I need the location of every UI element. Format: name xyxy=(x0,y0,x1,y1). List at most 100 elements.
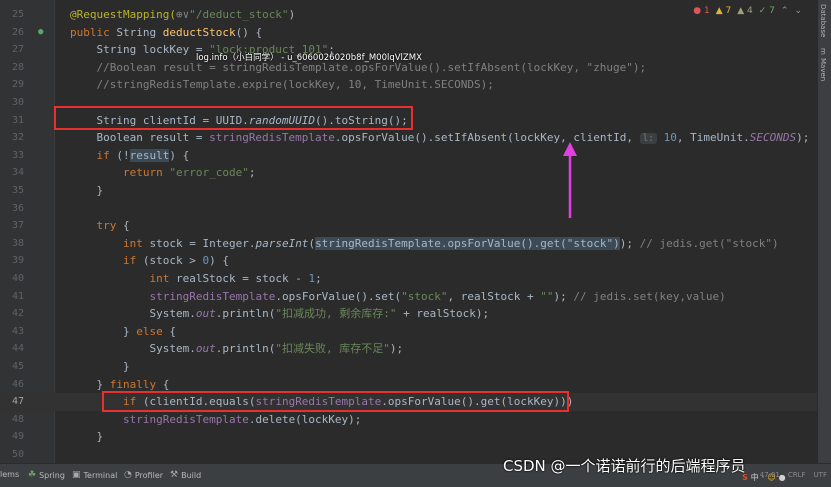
ime-toolbar[interactable]: S 中 · ☺ ● xyxy=(742,470,816,484)
error-count[interactable]: ● 1 xyxy=(693,6,709,16)
typo-count[interactable]: ✓ 7 xyxy=(759,6,775,16)
code-token: stringRedisTemplate.opsForValue().get("s… xyxy=(315,236,620,250)
code-token: finally xyxy=(109,377,163,391)
code-text: stringRedisTemplate.delete(lockKey); xyxy=(70,411,361,429)
code-line[interactable]: 35 } xyxy=(0,182,818,200)
warning-count[interactable]: ▲ 7 xyxy=(716,6,732,16)
chevron-up-icon[interactable]: ⌃ xyxy=(781,6,789,16)
code-token: realStock = stock - xyxy=(175,272,309,285)
profiler-icon: ◔ xyxy=(124,470,132,480)
code-token: { xyxy=(169,324,176,338)
spring-leaf-icon: ☘ xyxy=(28,470,37,480)
code-line[interactable]: 33 if (!result) { xyxy=(0,147,818,165)
build-hammer-icon: ⚒ xyxy=(170,470,179,480)
code-token: .println( xyxy=(215,307,276,321)
code-token: // jedis.get("stock") xyxy=(639,236,779,250)
annotation-box-clientid xyxy=(54,106,413,130)
code-line[interactable]: 37 try { xyxy=(0,217,818,235)
code-line[interactable]: 29 //stringRedisTemplate.expire(lockKey,… xyxy=(0,76,818,94)
code-token: .opsForValue().setIfAbsent(lockKey, clie… xyxy=(334,131,640,145)
line-number: 47 xyxy=(11,396,24,408)
code-line[interactable]: 32 Boolean result = stringRedisTemplate.… xyxy=(0,129,818,147)
code-token: @RequestMapping( xyxy=(70,8,176,21)
code-token: //stringRedisTemplate.expire(lockKey, 10… xyxy=(70,78,494,92)
code-line[interactable]: 34 return "error_code"; xyxy=(0,164,818,182)
profiler-tab-label: Profiler xyxy=(134,470,164,480)
code-line[interactable]: 45 } xyxy=(0,358,818,376)
code-token: 10 xyxy=(663,131,677,145)
code-token: ); xyxy=(796,131,810,145)
spring-tab[interactable]: ☘ Spring xyxy=(28,470,65,480)
code-text: int realStock = stock - 1; xyxy=(70,270,321,288)
code-text: return "error_code"; xyxy=(70,164,255,182)
code-token: "扣减成功, 剩余库存:" xyxy=(275,307,397,321)
code-token: .delete(lockKey); xyxy=(248,412,362,426)
code-line[interactable]: 41 stringRedisTemplate.opsForValue().set… xyxy=(0,288,818,306)
weak-warning-count[interactable]: ▲ 4 xyxy=(737,6,753,16)
code-line[interactable]: 43 } else { xyxy=(0,323,818,341)
code-line[interactable]: 36 xyxy=(0,200,818,218)
code-line[interactable]: 38 int stock = Integer.parseInt(stringRe… xyxy=(0,235,818,253)
maven-m-icon[interactable]: m xyxy=(819,48,827,55)
code-text: //stringRedisTemplate.expire(lockKey, 10… xyxy=(70,76,494,94)
warning-count-value: 7 xyxy=(725,6,732,16)
code-token: result xyxy=(129,148,170,162)
code-text: @RequestMapping(⊕∨"/deduct_stock") xyxy=(70,6,295,24)
code-token: l: xyxy=(639,133,658,145)
code-line[interactable]: 40 int realStock = stock - 1; xyxy=(0,270,818,288)
chevron-down-icon[interactable]: ⌄ xyxy=(794,6,802,16)
code-text: Boolean result = stringRedisTemplate.ops… xyxy=(70,129,809,148)
code-line[interactable]: 48 stringRedisTemplate.delete(lockKey); xyxy=(0,411,818,429)
line-number: 29 xyxy=(11,79,24,91)
problems-tab[interactable]: lems xyxy=(0,470,19,479)
chinese-mode-icon: 中 xyxy=(750,472,759,482)
code-token: "stock" xyxy=(401,289,448,303)
line-number: 46 xyxy=(11,378,24,390)
code-token: parseInt xyxy=(255,236,309,250)
inspection-widget[interactable]: ● 1 ▲ 7 ▲ 4 ✓ 7 ⌃ ⌄ xyxy=(693,6,802,16)
code-token: ); xyxy=(619,236,640,250)
build-tab-label: Build xyxy=(181,470,202,480)
code-editor[interactable]: 25 @RequestMapping(⊕∨"/deduct_stock") 26 ● p… xyxy=(0,0,818,463)
code-line[interactable]: 39 if (stock > 0) { xyxy=(0,252,818,270)
terminal-tab-label: Terminal xyxy=(83,470,118,480)
line-number: 32 xyxy=(11,132,24,144)
code-line[interactable]: 44 System.out.println("扣减失败, 库存不足"); xyxy=(0,340,818,358)
code-text: } xyxy=(70,428,103,446)
code-line[interactable]: 42 System.out.println("扣减成功, 剩余库存:" + re… xyxy=(0,305,818,323)
code-line[interactable]: 26 ● public String deductStock() { xyxy=(0,24,818,42)
code-text: } xyxy=(70,182,103,200)
run-gutter-icon[interactable]: ● xyxy=(38,24,43,42)
overlay-user-watermark: log.info（小白同学） - u_6060026020b8f_M00lqVl… xyxy=(196,53,422,63)
line-number: 26 xyxy=(11,26,24,38)
line-number: 28 xyxy=(11,61,24,73)
code-token: { xyxy=(123,219,130,233)
weak-warning-count-value: 4 xyxy=(747,6,753,16)
terminal-tab[interactable]: ▣ Terminal xyxy=(72,470,117,480)
line-number: 34 xyxy=(11,167,24,179)
emoji-icon: ☺ xyxy=(767,472,776,482)
annotation-arrow xyxy=(563,142,577,218)
code-line[interactable]: 49 } xyxy=(0,428,818,446)
build-tab[interactable]: ⚒ Build xyxy=(170,470,201,480)
code-token: public xyxy=(70,25,117,39)
code-text: int stock = Integer.parseInt(stringRedis… xyxy=(70,235,779,253)
database-tab[interactable]: Database xyxy=(819,4,827,37)
code-token: ) xyxy=(288,8,296,21)
terminal-icon: ▣ xyxy=(72,470,81,480)
code-token: deductStock xyxy=(162,25,236,39)
error-count-value: 1 xyxy=(703,6,710,16)
line-number: 48 xyxy=(11,413,24,425)
code-token: (! xyxy=(116,148,130,162)
code-text: stringRedisTemplate.opsForValue().set("s… xyxy=(70,288,725,306)
code-token: int xyxy=(122,236,150,250)
line-number: 49 xyxy=(11,431,24,443)
line-number: 30 xyxy=(11,97,24,108)
line-number: 45 xyxy=(11,361,24,372)
profiler-tab[interactable]: ◔ Profiler xyxy=(124,470,163,480)
code-token: int xyxy=(149,272,176,285)
maven-tab[interactable]: Maven xyxy=(819,58,827,81)
